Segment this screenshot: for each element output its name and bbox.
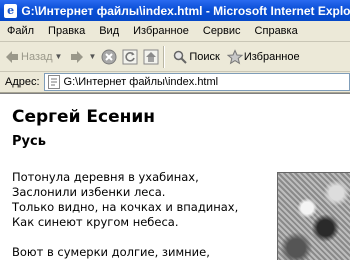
browser-window: e G:\Интернет файлы\index.html - Microso…	[0, 0, 350, 260]
search-icon	[171, 48, 189, 66]
window-title: G:\Интернет файлы\index.html - Microsoft…	[21, 3, 350, 18]
back-dropdown-icon[interactable]: ▼	[55, 52, 63, 61]
portrait-image	[277, 172, 350, 260]
page-icon	[47, 75, 61, 89]
menu-view[interactable]: Вид	[99, 25, 119, 37]
page-content: Сергей Есенин Русь Потонула деревня в ух…	[0, 93, 350, 260]
ie-logo-icon: e	[4, 3, 18, 18]
toolbar: Назад ▼ ▼ Поиск Избранное	[0, 42, 350, 72]
address-label: Адрес:	[5, 76, 40, 88]
stanza-gap	[12, 230, 238, 245]
title-bar[interactable]: e G:\Интернет файлы\index.html - Microso…	[0, 0, 350, 21]
page-heading: Сергей Есенин	[12, 107, 156, 127]
home-button[interactable]	[142, 45, 160, 69]
forward-button[interactable]: ▼	[68, 45, 96, 69]
menu-help[interactable]: Справка	[255, 25, 298, 37]
stop-icon	[100, 48, 118, 66]
back-arrow-icon	[3, 48, 21, 66]
home-icon	[142, 48, 160, 66]
refresh-button[interactable]	[121, 45, 139, 69]
poem-line: Заслонили избенки леса.	[12, 185, 166, 199]
poem-line: Потонула деревня в ухабинах,	[12, 170, 199, 184]
stop-button[interactable]	[100, 45, 118, 69]
poem-title: Русь	[12, 134, 46, 149]
menu-edit[interactable]: Правка	[48, 25, 85, 37]
favorites-button[interactable]: Избранное	[226, 45, 300, 69]
menu-tools[interactable]: Сервис	[203, 25, 241, 37]
forward-arrow-icon	[68, 48, 86, 66]
favorites-label: Избранное	[243, 50, 300, 63]
search-label: Поиск	[189, 50, 220, 63]
forward-dropdown-icon[interactable]: ▼	[88, 52, 96, 61]
poem-line: Воют в сумерки долгие, зимние,	[12, 245, 210, 259]
address-input[interactable]: G:\Интернет файлы\index.html	[43, 73, 350, 91]
back-label: Назад	[21, 50, 53, 63]
refresh-icon	[121, 48, 139, 66]
search-button[interactable]: Поиск	[171, 45, 220, 69]
menu-bar: Файл Правка Вид Избранное Сервис Справка	[0, 21, 350, 42]
toolbar-separator	[163, 45, 166, 68]
poem-line: Только видно, на кочках и впадинах,	[12, 200, 239, 214]
poem-line: Как синеют кругом небеса.	[12, 215, 179, 229]
poem-text: Потонула деревня в ухабинах, Заслонили и…	[12, 170, 238, 260]
address-value: G:\Интернет файлы\index.html	[63, 76, 219, 88]
back-button[interactable]: Назад ▼	[3, 45, 62, 69]
menu-favorites[interactable]: Избранное	[133, 25, 189, 37]
address-bar: Адрес: G:\Интернет файлы\index.html	[0, 72, 350, 93]
favorites-icon	[226, 48, 244, 66]
menu-file[interactable]: Файл	[7, 25, 34, 37]
